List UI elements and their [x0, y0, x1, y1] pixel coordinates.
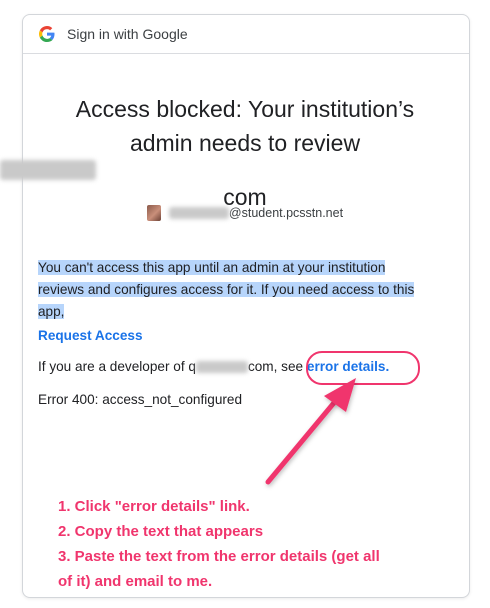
- instruction-step-3: 3. Paste the text from the error details…: [58, 548, 380, 565]
- instruction-step-1: 1. Click "error details" link.: [58, 498, 250, 515]
- instruction-step-3-cont: of it) and email to me.: [58, 573, 213, 590]
- instructions-note: 1. Click "error details" link. 2. Copy t…: [58, 494, 478, 594]
- instruction-step-2: 2. Copy the text that appears: [58, 523, 264, 540]
